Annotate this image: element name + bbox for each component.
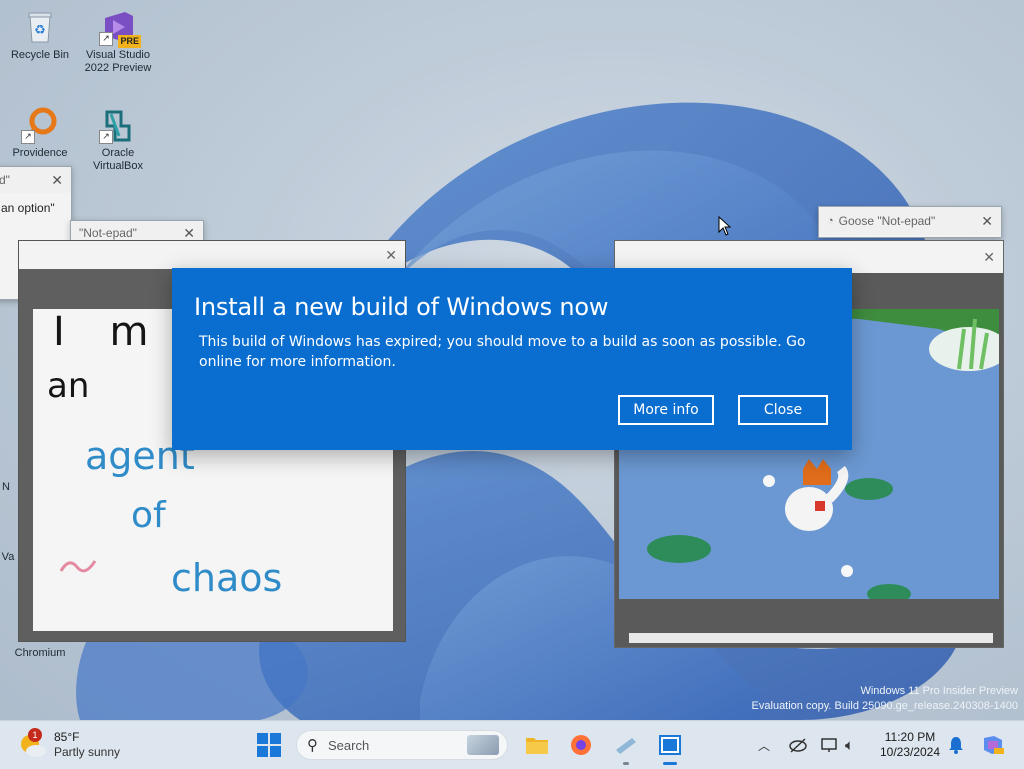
show-hidden-icons[interactable]: ︿ [758, 721, 770, 769]
speaker-icon: 🔈︎ [845, 736, 855, 754]
visual-studio-icon: PRE ↗ [99, 8, 141, 48]
mouse-cursor-icon [718, 216, 732, 236]
watermark-line: Evaluation copy. Build 25090.ge_release.… [751, 700, 1018, 712]
clock[interactable]: 11:20 PM 10/23/2024 [872, 721, 948, 769]
close-icon[interactable]: ✕ [183, 225, 195, 242]
shortcut-arrow-icon: ↗ [99, 32, 113, 46]
dialog-message: This build of Windows has expired; you s… [199, 334, 806, 370]
tray-volume[interactable]: 🔈︎ [845, 721, 854, 769]
window-title: d" [0, 173, 10, 187]
close-icon[interactable]: ✕ [51, 172, 63, 189]
desktop-icon-virtualbox[interactable]: ↗ Oracle VirtualBox [78, 106, 158, 173]
firefox-icon [571, 735, 591, 755]
desktop-icon-label: Chromium [14, 647, 66, 659]
windows-logo-icon [257, 733, 281, 757]
tray-network-off[interactable] [788, 721, 808, 769]
dialog-title: Install a new build of Windows now [194, 293, 609, 321]
handwriting-line: of [131, 495, 167, 536]
network-disconnected-icon [789, 738, 807, 753]
recycle-bin-icon: ♻ [21, 8, 59, 46]
svg-text:♻: ♻ [34, 22, 46, 37]
firefox-button[interactable] [568, 721, 594, 769]
evaluation-watermark: Windows 11 Pro Insider Preview Evaluatio… [752, 684, 1018, 714]
close-button[interactable]: Close [738, 395, 828, 425]
copilot-icon [984, 736, 1004, 754]
watermark-line: Windows 11 Pro Insider Preview [860, 685, 1018, 697]
bell-icon [949, 737, 963, 754]
start-button[interactable] [256, 721, 282, 769]
more-info-button[interactable]: More info [618, 395, 714, 425]
window-titlebar[interactable]: d" ✕ [0, 167, 71, 193]
copilot-button[interactable] [980, 721, 1006, 769]
active-app-button[interactable] [656, 721, 684, 769]
close-icon[interactable]: ✕ [385, 247, 397, 264]
preview-badge: PRE [118, 35, 141, 48]
handwriting-line: I m [53, 309, 164, 355]
desktop-icon-label: Providence [12, 147, 68, 159]
desktop-icon-label: Oracle VirtualBox [93, 147, 143, 172]
chevron-up-icon: ︿ [758, 738, 771, 753]
window-title: "Not-epad" [79, 226, 137, 240]
search-highlight-icon [467, 735, 499, 755]
clock-date: 10/23/2024 [879, 745, 941, 759]
goose-icon: ◔ [827, 215, 834, 227]
taskbar-search[interactable]: ⚲ Search [296, 730, 508, 760]
notifications-button[interactable] [948, 721, 964, 769]
shortcut-arrow-icon: ↗ [99, 130, 113, 144]
file-explorer-button[interactable] [524, 721, 550, 769]
desktop-icon-visual-studio[interactable]: PRE ↗ Visual Studio 2022 Preview [78, 8, 158, 75]
window-bottom-bar [629, 633, 993, 643]
close-icon[interactable]: ✕ [981, 213, 993, 230]
handwriting-line: chaos [171, 556, 282, 600]
goose-notepad-window[interactable]: ◔ Goose "Not-epad" ✕ [818, 206, 1002, 238]
desktop-icon-label: Recycle Bin [10, 49, 70, 61]
weather-condition: Partly sunny [54, 745, 121, 759]
desktop-icon-recycle-bin[interactable]: ♻ Recycle Bin [0, 8, 80, 62]
popup-body-text: an option" [1, 201, 55, 215]
weather-temp: 85°F [54, 730, 80, 744]
window-titlebar[interactable]: ✕ [19, 241, 405, 269]
handwriting-line: an [47, 366, 89, 406]
search-icon: ⚲ [307, 737, 318, 754]
close-icon[interactable]: ✕ [983, 249, 995, 266]
running-indicator [663, 762, 677, 765]
magnifier-app-icon: ↗ [21, 106, 59, 144]
build-expired-dialog: Install a new build of Windows now This … [172, 268, 852, 450]
taskbar: 1 85°F Partly sunny ⚲ Search ︿ 🔈︎ 11:20 … [0, 720, 1024, 769]
window-title: Goose "Not-epad" [838, 214, 936, 228]
notification-badge: 1 [28, 728, 42, 742]
clock-time: 11:20 PM [884, 730, 936, 744]
desktop-icon-label: Visual Studio 2022 Preview [84, 49, 152, 74]
search-placeholder: Search [328, 737, 370, 753]
app-button[interactable] [612, 721, 640, 769]
weather-widget[interactable]: 1 85°F Partly sunny [18, 721, 120, 769]
virtualbox-icon: ↗ [99, 106, 137, 144]
shortcut-arrow-icon: ↗ [21, 130, 35, 144]
window-app-icon [659, 735, 681, 755]
tray-display[interactable] [820, 721, 840, 769]
folder-icon [526, 738, 548, 754]
weather-icon: 1 [18, 728, 48, 760]
desktop-icon-providence[interactable]: ↗ Providence [0, 106, 80, 160]
pink-squiggle [59, 560, 97, 573]
app-icon [616, 738, 636, 754]
running-indicator [623, 762, 629, 765]
monitor-icon [821, 738, 837, 752]
window-titlebar[interactable]: ◔ Goose "Not-epad" ✕ [819, 207, 1001, 235]
